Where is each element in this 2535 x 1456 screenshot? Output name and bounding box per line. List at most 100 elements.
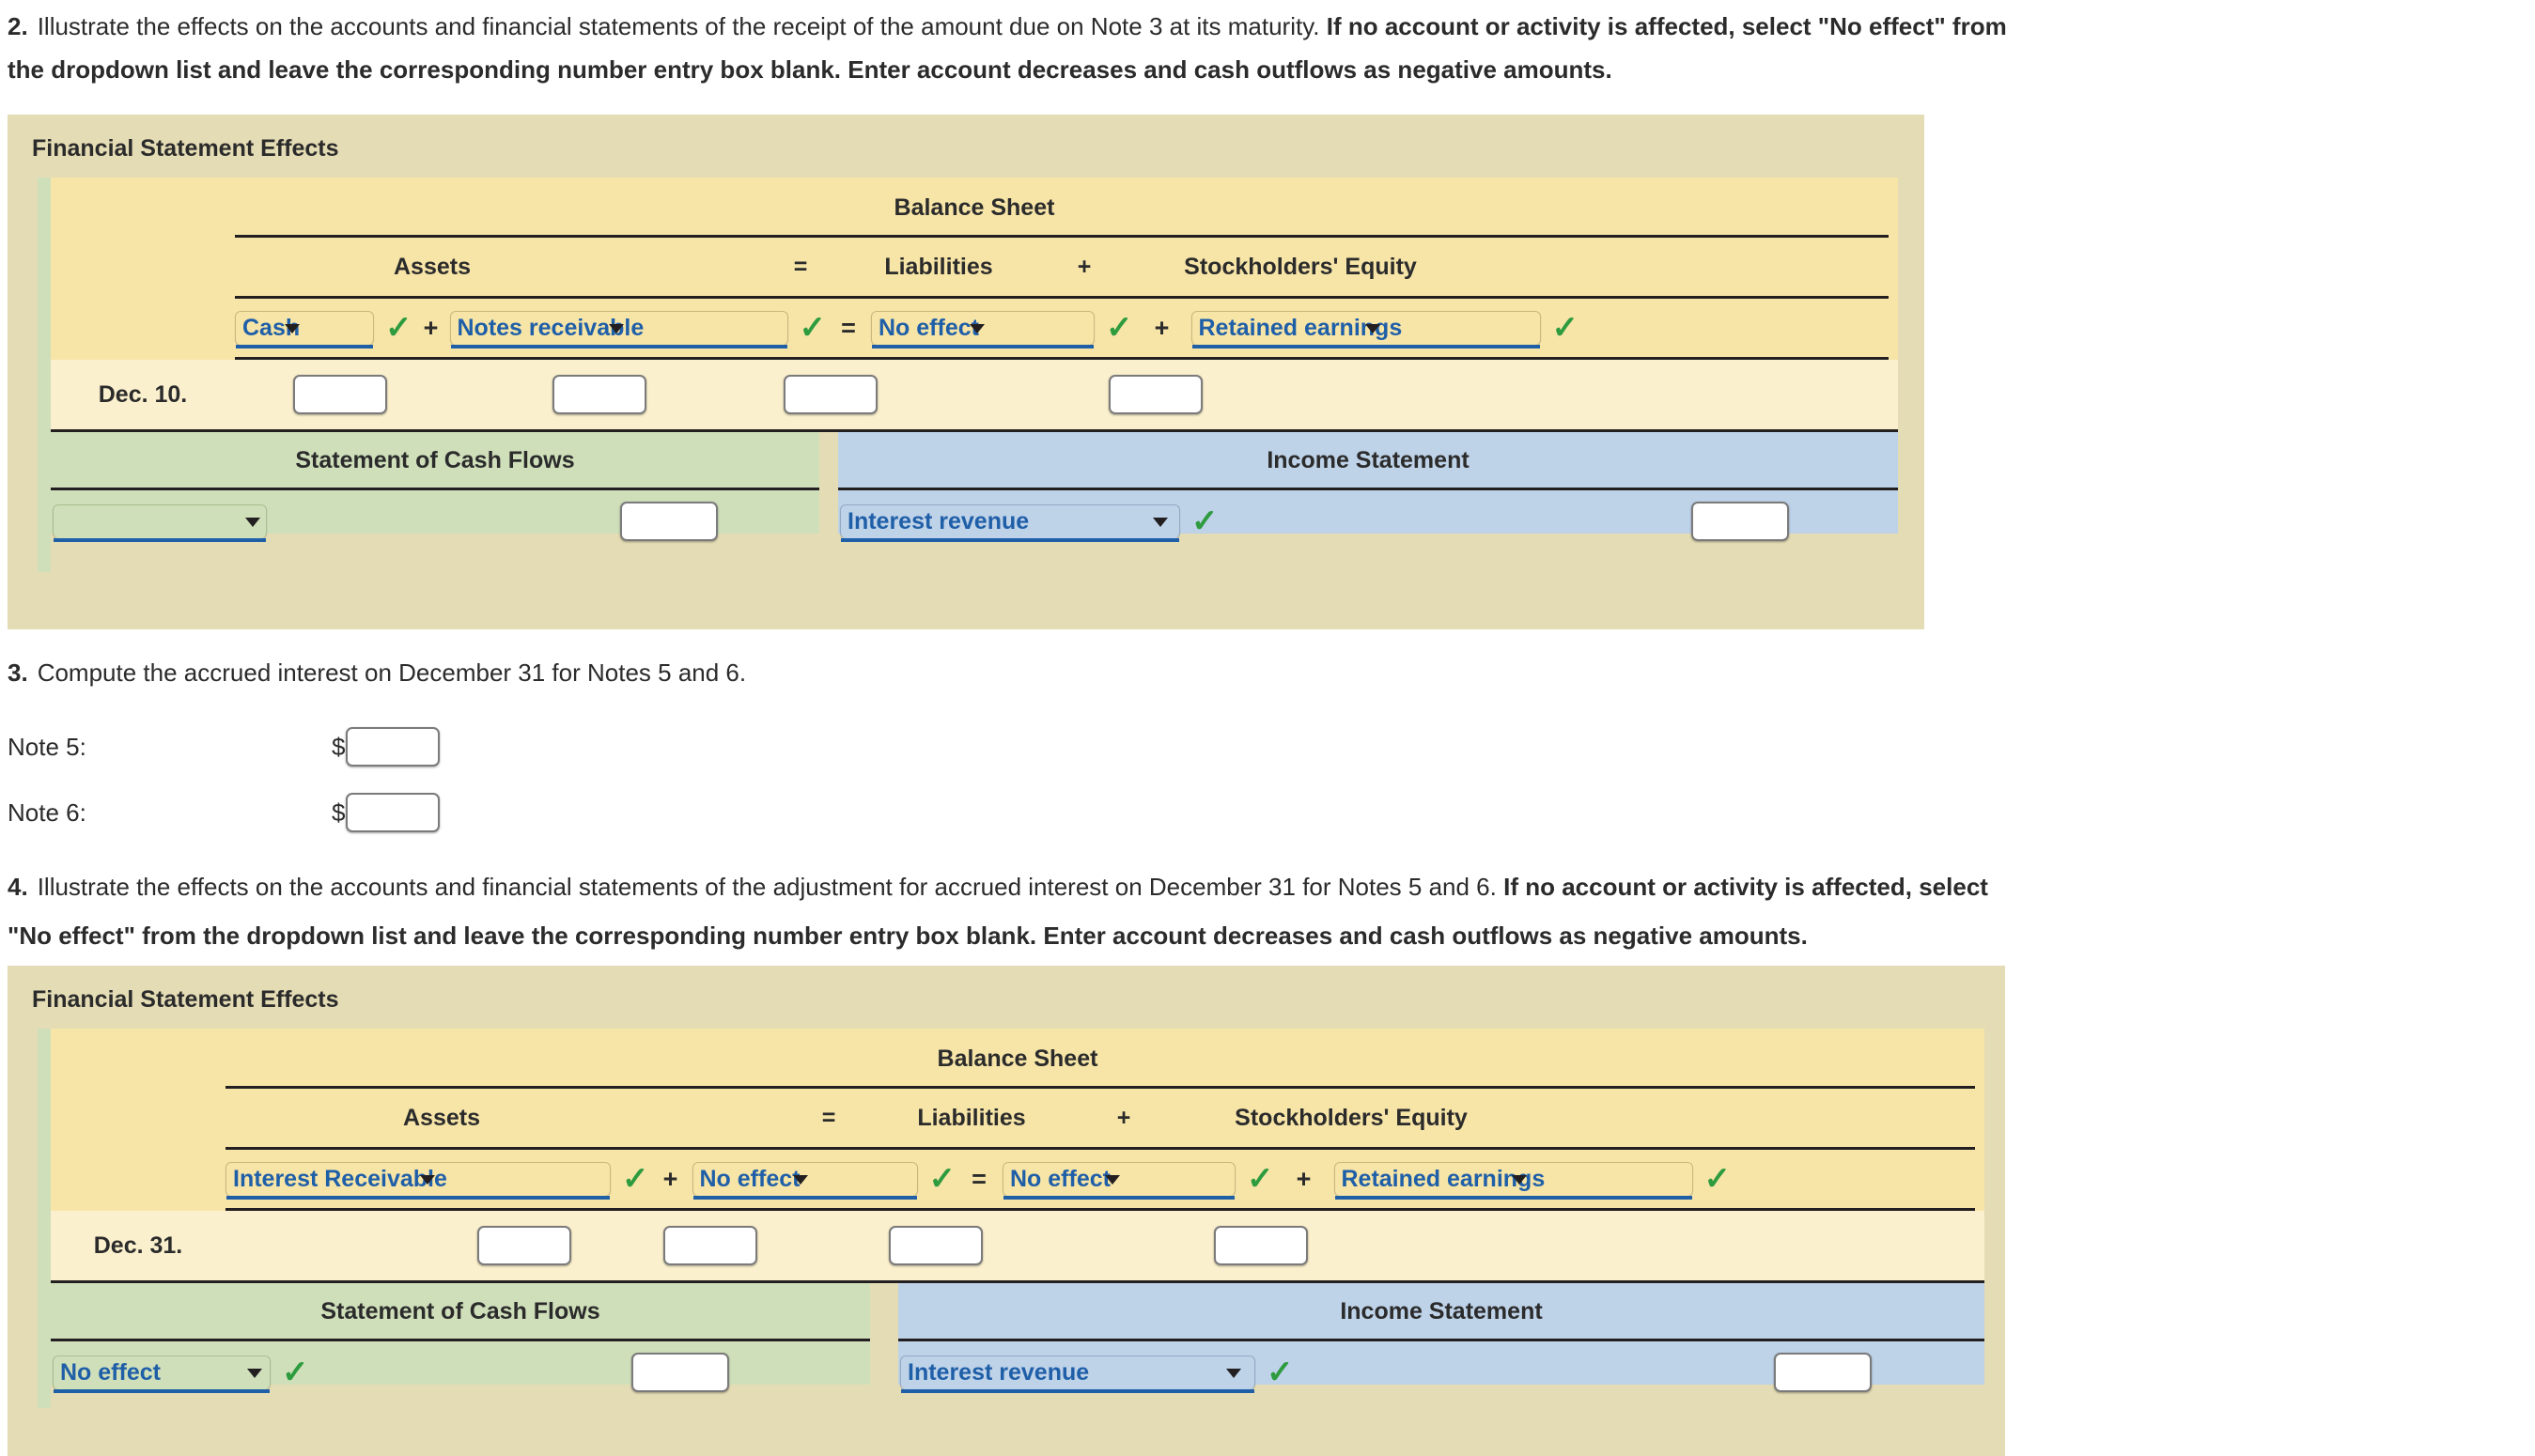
panel-1-cash-flows-amount-input[interactable] [620,502,718,541]
panel-1-equity-dropdown[interactable]: Retained earnings [1190,311,1541,349]
question-3-text: Compute the accrued interest on December… [37,658,747,687]
panel-1-liability-amount-input[interactable] [784,375,878,414]
note-5-currency-symbol: $ [332,732,346,761]
panel-2-asset2-amount-input[interactable] [663,1226,757,1265]
panel-2-liability-check-icon: ✓ [1247,1161,1274,1197]
panel-2-asset2-dropdown[interactable]: No effect [692,1162,918,1200]
panel-1-asset1-check-icon: ✓ [385,310,412,346]
question-2-number: 2. [8,12,28,40]
chevron-down-icon [1105,1175,1120,1185]
panel-2-asset1-amount-input[interactable] [477,1226,571,1265]
panel-2-header-assets: Assets [403,1104,480,1131]
panel-1-asset2-amount-input[interactable] [552,375,646,414]
panel-2-account-select-row: Interest Receivable ✓ + No effect ✓ = No… [51,1150,1984,1208]
panel-1-income-statement-check-icon: ✓ [1191,503,1219,539]
panel-1-asset1-amount-input[interactable] [293,375,387,414]
panel-1-asset2-dropdown[interactable]: Notes receivable [449,311,788,349]
panel-2-income-statement-title: Income Statement [1340,1298,1543,1324]
chevron-down-icon [970,324,985,333]
panel-2-statements-row: Statement of Cash Flows No effect ✓ Inco… [51,1283,1984,1393]
panel-1-entry-row: Dec. 10. [51,360,1898,429]
panel-2-asset1-dropdown[interactable]: Interest Receivable [226,1162,611,1200]
panel-2-asset1-underline [226,1196,610,1200]
chevron-down-icon [792,1175,808,1185]
question-4-text-plain: Illustrate the effects on the accounts a… [37,873,1497,901]
panel-1-account-select-row: Cash ✓ + Notes receivable ✓ = No effect [51,299,1898,357]
panel-2-header-liabilities: Liabilities [917,1104,1026,1131]
panel-1-statements-row: Statement of Cash Flows Income Statement [51,432,1905,542]
panel-1-income-statement-amount-input[interactable] [1691,502,1789,541]
panel-2-date-label: Dec. 31. [93,1231,183,1259]
panel-1-cash-flows-dropdown[interactable] [53,504,267,542]
panel-1-cash-flows-underline [54,538,266,542]
question-2-line-1: 2. Illustrate the effects on the accounts… [8,2,2007,51]
panel-2-statements-gap [870,1283,898,1385]
panel-2-header-stockholders-equity: Stockholders' Equity [1235,1104,1468,1131]
panel-1-income-statement-dropdown[interactable]: Interest revenue [840,504,1180,542]
chevron-down-icon [1364,324,1380,333]
panel-1-income-statement-entry-row: Interest revenue ✓ [838,490,1898,552]
panel-2-asset1-value: Interest Receivable [233,1166,447,1192]
panel-2-entry-row: Dec. 31. [51,1211,1984,1280]
note-5-label: Note 5: [8,732,86,761]
panel-1-header-stockholders-equity: Stockholders' Equity [1184,253,1417,280]
panel-1-statements-gap [819,432,838,534]
panel-1-cash-flows-title: Statement of Cash Flows [295,447,575,473]
panel-2-header-plus: + [1116,1104,1131,1131]
panel-2-liability-amount-input[interactable] [889,1226,983,1265]
panel-2-cash-flows-check-icon: ✓ [282,1355,309,1390]
panel-2-equity-amount-input[interactable] [1214,1226,1308,1265]
panel-2-cash-flows-amount-input[interactable] [631,1353,729,1392]
panel-2-liability-value: No effect [1010,1166,1111,1192]
panel-1-statement-of-cash-flows: Statement of Cash Flows [51,432,819,542]
note-5-input[interactable] [346,727,441,767]
panel-2-liability-dropdown[interactable]: No effect [1003,1162,1236,1200]
panel-1-income-statement-underline [841,538,1179,542]
panel-2-asset1-check-icon: ✓ [622,1161,649,1197]
panel-1-cash-flows-entry-row [51,490,819,552]
panel-2-cash-flows-dropdown[interactable]: No effect [53,1355,271,1393]
panel-2-cash-flows-value: No effect [60,1359,161,1386]
panel-1-asset1-dropdown[interactable]: Cash [235,311,374,349]
question-2-line-2: the dropdown list and leave the correspo… [8,55,1612,84]
panel-1-asset2-check-icon: ✓ [799,310,827,346]
note-interest-inputs: Note 5: $ Note 6: $ [8,714,441,845]
panel-1-income-statement-value: Interest revenue [848,508,1030,534]
panel-2-equity-dropdown[interactable]: Retained earnings [1333,1162,1693,1200]
chevron-down-icon [1511,1175,1527,1185]
panel-1-asset1-underline [236,345,373,349]
panel-1-balance-sheet: Balance Sheet Assets = Liabilities + Sto… [51,178,1898,432]
note-6-label: Note 6: [8,798,86,827]
panel-2-liability-underline [1003,1196,1235,1200]
panel-2-statement-of-cash-flows: Statement of Cash Flows No effect ✓ [51,1283,870,1393]
panel-2-rule-mid [226,1147,1975,1150]
panel-1-operator-plus-1: + [423,313,439,342]
question-4-number: 4. [8,873,28,901]
panel-2-rule-bottom [226,1208,1975,1211]
panel-1-date-label: Dec. 10. [98,380,188,408]
panel-2-operator-equals: = [972,1164,987,1193]
panel-1-operator-equals: = [841,313,856,342]
panel-1-equity-amount-input[interactable] [1109,375,1203,414]
panel-1-liability-dropdown[interactable]: No effect [871,311,1095,349]
chevron-down-icon [420,1175,435,1185]
panel-2-column-headers: Assets = Liabilities + Stockholders' Equ… [51,1089,1984,1147]
question-4-line-1: 4. Illustrate the effects on the accounts… [8,862,1988,911]
financial-statement-effects-panel-1: Financial Statement Effects Balance Shee… [8,115,1924,629]
panel-1-liability-underline [872,345,1094,349]
chevron-down-icon [608,324,624,333]
panel-2-income-statement: Income Statement Interest revenue ✓ [898,1283,1984,1393]
chevron-down-icon [1153,518,1168,527]
panel-1-liability-value: No effect [879,315,979,341]
panel-2-income-statement-dropdown[interactable]: Interest revenue [900,1355,1255,1393]
panel-1-left-strip [38,178,51,572]
chevron-down-icon [1226,1369,1241,1378]
question-2-text-plain: Illustrate the effects on the accounts a… [37,12,1320,40]
panel-1-rule-mid [235,296,1889,299]
panel-1-asset2-underline [450,345,787,349]
panel-1-column-headers: Assets = Liabilities + Stockholders' Equ… [51,238,1898,296]
panel-2-income-statement-amount-input[interactable] [1774,1353,1872,1392]
note-6-input[interactable] [346,793,441,832]
panel-2-operator-plus-2: + [1296,1164,1312,1193]
question-3-number: 3. [8,658,28,687]
